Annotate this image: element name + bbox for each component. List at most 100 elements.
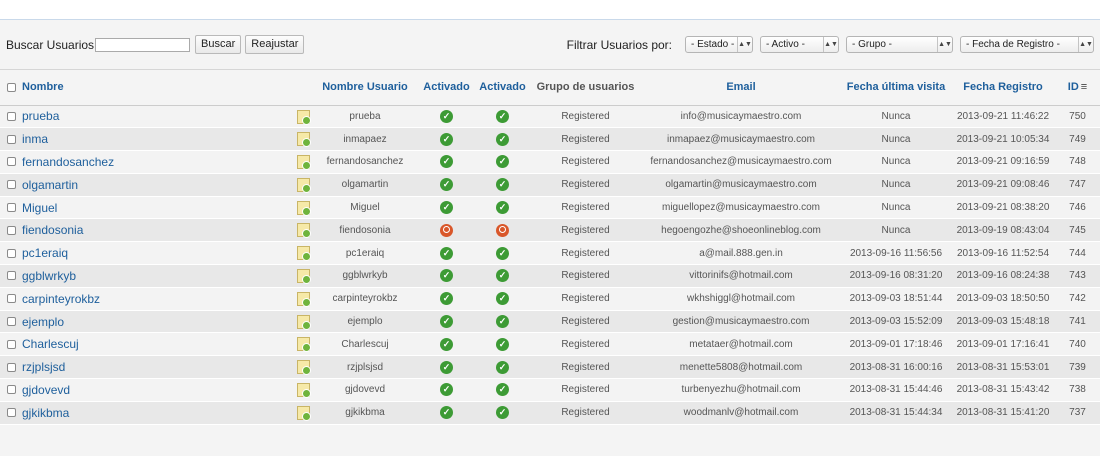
- activated-check-icon[interactable]: ✓: [440, 315, 453, 329]
- user-name-link[interactable]: Charlescuj: [22, 337, 79, 351]
- table-row[interactable]: prueba prueba ✓ ✓ Registered info@musicaymaes…: [0, 105, 1100, 129]
- add-note-icon[interactable]: [297, 223, 311, 239]
- add-note-icon[interactable]: [297, 155, 311, 171]
- activated-check-icon[interactable]: ✓: [496, 155, 509, 169]
- table-row[interactable]: carpinteyrokbz carpinteyrokbz ✓ ✓ Registered…: [0, 287, 1100, 311]
- table-row[interactable]: inma inmapaez ✓ ✓ Registered inmapaez@musicay…: [0, 127, 1100, 152]
- table-row[interactable]: pc1eraiq pc1eraiq ✓ ✓ Registered a@mail.888.g…: [0, 241, 1100, 266]
- add-note-icon[interactable]: [297, 200, 311, 216]
- add-note-icon[interactable]: [297, 109, 311, 125]
- activated-check-icon[interactable]: ✓: [496, 406, 509, 420]
- activated-check-icon[interactable]: ✓: [440, 360, 453, 374]
- activated-check-icon[interactable]: ✓: [440, 292, 453, 306]
- row-checkbox[interactable]: [6, 339, 16, 349]
- activated-check-icon[interactable]: ✓: [440, 269, 453, 283]
- activated-check-icon[interactable]: ✓: [496, 201, 509, 215]
- add-note-icon[interactable]: [297, 383, 311, 399]
- table-row[interactable]: ggblwrkyb ggblwrkyb ✓ ✓ Registered vittorinif…: [0, 264, 1100, 288]
- header-email[interactable]: Email: [641, 70, 841, 106]
- user-name-link[interactable]: fernandosanchez: [22, 155, 114, 169]
- activated-check-icon[interactable]: ✓: [440, 178, 453, 192]
- activated-check-icon[interactable]: ✓: [440, 246, 453, 260]
- activated-check-icon[interactable]: ✓: [496, 246, 509, 260]
- row-checkbox[interactable]: [6, 180, 16, 190]
- activated-check-icon[interactable]: ✓: [496, 360, 509, 374]
- header-id[interactable]: ID: [1068, 81, 1079, 93]
- row-checkbox[interactable]: [6, 316, 16, 326]
- row-checkbox[interactable]: [6, 202, 16, 212]
- header-registered[interactable]: Fecha Registro: [951, 70, 1055, 106]
- user-name-link[interactable]: rzjplsjsd: [22, 360, 65, 374]
- activated-check-icon[interactable]: ✓: [496, 292, 509, 306]
- user-name-link[interactable]: carpinteyrokbz: [22, 292, 100, 306]
- row-checkbox[interactable]: [6, 225, 16, 235]
- add-note-icon[interactable]: [297, 337, 311, 353]
- filter-active-select[interactable]: - Activo - ▲▼: [760, 36, 839, 53]
- table-row[interactable]: ejemplo ejemplo ✓ ✓ Registered gestion@musica…: [0, 310, 1100, 334]
- add-note-icon[interactable]: [297, 269, 311, 285]
- add-note-icon[interactable]: [297, 405, 311, 421]
- not-activated-icon[interactable]: [440, 223, 453, 237]
- row-checkbox[interactable]: [6, 294, 16, 304]
- row-checkbox[interactable]: [6, 385, 16, 395]
- user-name-link[interactable]: olgamartin: [22, 178, 78, 192]
- filter-state-select[interactable]: - Estado - ▲▼: [685, 36, 753, 53]
- table-row[interactable]: fernandosanchez fernandosanchez ✓ ✓ Register…: [0, 150, 1100, 174]
- row-checkbox[interactable]: [6, 408, 16, 418]
- user-name-link[interactable]: ejemplo: [22, 315, 64, 329]
- user-name-link[interactable]: pc1eraiq: [22, 246, 68, 260]
- user-name-link[interactable]: Miguel: [22, 201, 57, 215]
- activated-check-icon[interactable]: ✓: [440, 406, 453, 420]
- activated-check-icon[interactable]: ✓: [496, 132, 509, 146]
- sort-desc-icon[interactable]: ≡: [1081, 81, 1087, 93]
- activated-check-icon[interactable]: ✓: [440, 383, 453, 397]
- add-note-icon[interactable]: [297, 314, 311, 330]
- activated-check-icon[interactable]: ✓: [440, 201, 453, 215]
- row-checkbox[interactable]: [6, 111, 16, 121]
- user-name-link[interactable]: fiendosonia: [22, 223, 83, 237]
- table-row[interactable]: fiendosonia fiendosonia Registered hegoengo…: [0, 218, 1100, 243]
- table-row[interactable]: rzjplsjsd rzjplsjsd ✓ ✓ Registered menette580…: [0, 355, 1100, 380]
- not-activated-icon[interactable]: [496, 223, 509, 237]
- header-name[interactable]: Nombre: [22, 70, 312, 106]
- row-checkbox[interactable]: [6, 271, 16, 281]
- header-username[interactable]: Nombre Usuario: [312, 70, 418, 106]
- activated-check-icon[interactable]: ✓: [496, 337, 509, 351]
- reset-button[interactable]: Reajustar: [245, 35, 305, 54]
- table-row[interactable]: gjdovevd gjdovevd ✓ ✓ Registered turbenyezhu@…: [0, 378, 1100, 402]
- activated-check-icon[interactable]: ✓: [496, 383, 509, 397]
- user-name-link[interactable]: inma: [22, 132, 48, 146]
- activated-check-icon[interactable]: ✓: [496, 109, 509, 123]
- row-checkbox[interactable]: [6, 134, 16, 144]
- row-checkbox[interactable]: [6, 157, 16, 167]
- user-name-link[interactable]: gjdovevd: [22, 383, 70, 397]
- table-row[interactable]: Miguel Miguel ✓ ✓ Registered miguellopez@musi…: [0, 196, 1100, 220]
- add-note-icon[interactable]: [297, 132, 311, 148]
- user-name-link[interactable]: ggblwrkyb: [22, 269, 76, 283]
- filter-group-select[interactable]: - Grupo - ▲▼: [846, 36, 953, 53]
- add-note-icon[interactable]: [297, 177, 311, 193]
- activated-check-icon[interactable]: ✓: [440, 109, 453, 123]
- select-all-checkbox[interactable]: [6, 82, 16, 92]
- header-last-visit[interactable]: Fecha última visita: [841, 70, 951, 106]
- user-name-link[interactable]: prueba: [22, 109, 59, 123]
- table-row[interactable]: gjkikbma gjkikbma ✓ ✓ Registered woodmanlv@ho…: [0, 401, 1100, 425]
- add-note-icon[interactable]: [297, 291, 311, 307]
- user-name-link[interactable]: gjkikbma: [22, 406, 69, 420]
- header-id-cell[interactable]: ID ≡: [1055, 70, 1100, 106]
- filter-date-select[interactable]: - Fecha de Registro - ▲▼: [960, 36, 1094, 53]
- add-note-icon[interactable]: [297, 246, 311, 262]
- activated-check-icon[interactable]: ✓: [496, 178, 509, 192]
- row-checkbox[interactable]: [6, 248, 16, 258]
- row-checkbox[interactable]: [6, 362, 16, 372]
- header-activated[interactable]: Activado: [418, 70, 475, 106]
- search-input[interactable]: [95, 37, 191, 52]
- activated-check-icon[interactable]: ✓: [440, 337, 453, 351]
- activated-check-icon[interactable]: ✓: [496, 269, 509, 283]
- header-activated-2[interactable]: Activado: [475, 70, 530, 106]
- activated-check-icon[interactable]: ✓: [496, 315, 509, 329]
- search-button[interactable]: Buscar: [195, 35, 242, 54]
- activated-check-icon[interactable]: ✓: [440, 132, 453, 146]
- activated-check-icon[interactable]: ✓: [440, 155, 453, 169]
- add-note-icon[interactable]: [297, 360, 311, 376]
